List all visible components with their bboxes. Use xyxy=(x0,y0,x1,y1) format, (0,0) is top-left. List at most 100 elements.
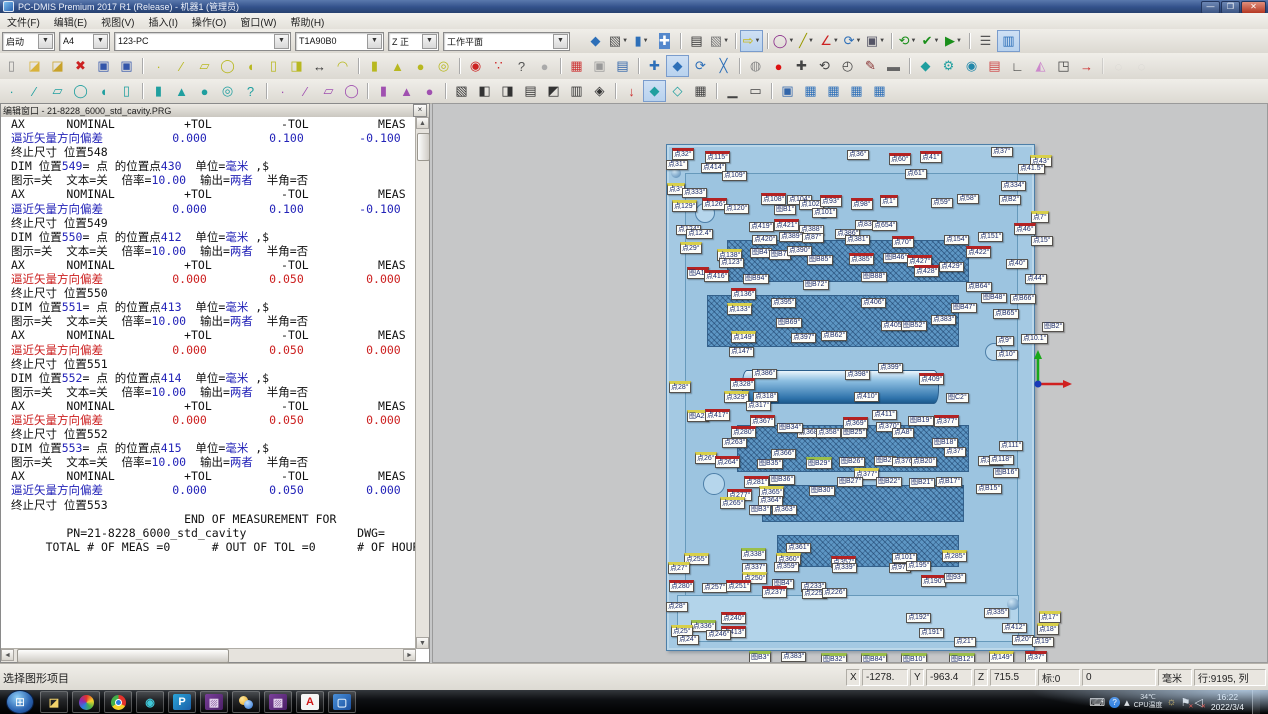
circle-teal-icon[interactable]: ◯ xyxy=(69,80,92,102)
gray-sphere-icon[interactable]: ● xyxy=(533,55,556,77)
chevron-down-icon[interactable]: ▼ xyxy=(956,38,962,44)
gray-cube-icon[interactable]: ▧ ▼ xyxy=(708,30,731,52)
point-teal-icon[interactable]: ∙ xyxy=(0,80,23,102)
menu-window[interactable]: 窗口(W) xyxy=(233,13,283,30)
zoom-extents-icon[interactable]: ╳ xyxy=(712,55,735,77)
measurement-report[interactable]: AX NOMINAL +TOL -TOL MEAS DEV逼近矢量方向偏差 0.… xyxy=(1,117,416,649)
rotate-box-icon[interactable]: ◳ xyxy=(1052,55,1075,77)
question-icon[interactable]: ? xyxy=(239,80,262,102)
sphere-icon[interactable]: ● xyxy=(409,55,432,77)
point-feature-icon[interactable]: ∙ xyxy=(147,55,170,77)
probe-tip-combo[interactable]: T1A90B0 ▼ xyxy=(295,32,384,51)
front-view-icon[interactable]: ◧ xyxy=(473,80,496,102)
lamp-icon[interactable]: ◭ xyxy=(1029,55,1052,77)
scale-icon[interactable]: ▬ xyxy=(882,55,905,77)
pin-icon[interactable]: ▮ ▼ xyxy=(630,30,653,52)
scroll-left-icon[interactable]: ◄ xyxy=(1,649,14,661)
start-button[interactable]: ⊞ xyxy=(6,690,34,714)
taskbar-camera-icon[interactable]: ◉ xyxy=(136,691,164,713)
report-table2-icon[interactable]: ▦ xyxy=(822,80,845,102)
pan-tile-icon[interactable]: ✚ xyxy=(653,30,676,52)
show-desktop-button[interactable] xyxy=(1252,690,1260,714)
taskbar-explorer-icon[interactable]: ◪ xyxy=(40,691,68,713)
sphere-purple-icon[interactable]: ● xyxy=(418,80,441,102)
chevron-down-icon[interactable]: ▼ xyxy=(910,38,916,44)
chevron-down-icon[interactable]: ▼ xyxy=(422,34,437,49)
cad-model[interactable] xyxy=(666,144,1035,651)
chevron-down-icon[interactable]: ▼ xyxy=(833,38,839,44)
close-icon[interactable]: × xyxy=(413,104,427,117)
taskbar-cad2-icon[interactable]: ▨ xyxy=(264,691,292,713)
volume-muted-icon[interactable]: ◁ xyxy=(1194,696,1202,709)
line-purple-icon[interactable]: ∕ xyxy=(294,80,317,102)
help-icon[interactable]: ? xyxy=(1109,697,1120,708)
save-gray-icon[interactable]: ▣ xyxy=(588,55,611,77)
editor-vertical-scrollbar[interactable]: ▲ ▼ xyxy=(415,117,429,649)
chevron-down-icon[interactable]: ▼ xyxy=(808,38,814,44)
axes-icon[interactable]: ∟ xyxy=(1006,55,1029,77)
new-file-icon[interactable]: ▯ xyxy=(0,55,23,77)
format-combo[interactable]: A4 ▼ xyxy=(59,32,110,51)
help-geometry-icon[interactable]: ? xyxy=(510,55,533,77)
workplane-combo[interactable]: 工作平面 ▼ xyxy=(443,32,570,51)
back-view-icon[interactable]: ◨ xyxy=(496,80,519,102)
square-slot-icon[interactable]: ▯ xyxy=(262,55,285,77)
chevron-down-icon[interactable]: ▼ xyxy=(788,38,794,44)
cylinder-purple-icon[interactable]: ▮ xyxy=(372,80,395,102)
report-table1-icon[interactable]: ▦ xyxy=(799,80,822,102)
delete-file-icon[interactable]: ✖ xyxy=(69,55,92,77)
cone-purple-icon[interactable]: ▲ xyxy=(395,80,418,102)
shaded-cube-icon[interactable]: ◆ xyxy=(643,80,666,102)
curve-icon[interactable]: ◠ xyxy=(331,55,354,77)
cone-teal-icon[interactable]: ▲ xyxy=(170,80,193,102)
grid-icon[interactable]: ▦ xyxy=(689,80,712,102)
weather-icon[interactable]: ☼ xyxy=(1166,696,1176,708)
round-slot-icon[interactable]: ◖ xyxy=(239,55,262,77)
save-icon[interactable]: ▣ xyxy=(92,55,115,77)
camera-icon[interactable]: ◉ xyxy=(960,55,983,77)
point-purple-icon[interactable]: ∙ xyxy=(271,80,294,102)
check-icon[interactable]: ✔ ▼ xyxy=(919,30,942,52)
scroll-right-icon[interactable]: ► xyxy=(403,649,416,661)
circle-feature-icon[interactable]: ◯ xyxy=(216,55,239,77)
taskbar-pcdmis-icon[interactable]: P xyxy=(168,691,196,713)
menu-help[interactable]: 帮助(H) xyxy=(283,13,331,30)
scrollbar-thumb[interactable] xyxy=(17,649,229,663)
save-as-icon[interactable]: ▣ xyxy=(115,55,138,77)
cpu-temp-widget[interactable]: 34℃ CPU温度 xyxy=(1134,694,1163,710)
open-file-icon[interactable]: ◪ xyxy=(23,55,46,77)
taskbar-colorwheel-icon[interactable] xyxy=(72,691,100,713)
chevron-down-icon[interactable]: ▼ xyxy=(553,34,568,49)
bottom-view-icon[interactable]: ◩ xyxy=(542,80,565,102)
taskbar-circles-icon[interactable] xyxy=(232,691,260,713)
minimize-graphics-icon[interactable]: ▁ xyxy=(721,80,744,102)
save-window-icon[interactable]: ▣ xyxy=(776,80,799,102)
taskbar-acrobat-icon[interactable]: A xyxy=(296,691,324,713)
sphere-teal-icon[interactable]: ● xyxy=(193,80,216,102)
square-slot-teal-icon[interactable]: ▯ xyxy=(115,80,138,102)
scroll-up-icon[interactable]: ▲ xyxy=(416,117,429,129)
report-table4-icon[interactable]: ▦ xyxy=(868,80,891,102)
iso-view-icon[interactable]: ▧ xyxy=(450,80,473,102)
chevron-down-icon[interactable]: ▼ xyxy=(622,38,628,44)
menu-operation[interactable]: 操作(O) xyxy=(185,13,233,30)
pages-icon[interactable]: ▣ ▼ xyxy=(864,30,887,52)
ring-teal-icon[interactable]: ◎ xyxy=(216,80,239,102)
rotate-dim-icon[interactable]: ⟳ ▼ xyxy=(841,30,864,52)
chevron-down-icon[interactable]: ▼ xyxy=(855,38,861,44)
rotate-2d-icon[interactable]: ⟲ xyxy=(813,55,836,77)
histogram-icon[interactable]: ▤ xyxy=(611,55,634,77)
feature-tree-icon[interactable]: ⚙ xyxy=(937,55,960,77)
scan-path-icon[interactable]: ∵ xyxy=(487,55,510,77)
report-table3-icon[interactable]: ▦ xyxy=(845,80,868,102)
slot-teal-icon[interactable]: ◖ xyxy=(92,80,115,102)
menu-view[interactable]: 视图(V) xyxy=(94,13,141,30)
notch-icon[interactable]: ◨ xyxy=(285,55,308,77)
network-flag-icon[interactable]: ⚑ xyxy=(1181,696,1191,709)
torus-icon[interactable]: ◎ xyxy=(432,55,455,77)
chevron-down-icon[interactable]: ▼ xyxy=(879,38,885,44)
pan-icon[interactable]: ✚ xyxy=(790,55,813,77)
probe-select-icon[interactable]: ◆ xyxy=(584,30,607,52)
workplane-axis-combo[interactable]: Z 正 ▼ xyxy=(388,32,439,51)
probe-toggle-icon[interactable]: ◌ xyxy=(1107,55,1130,77)
